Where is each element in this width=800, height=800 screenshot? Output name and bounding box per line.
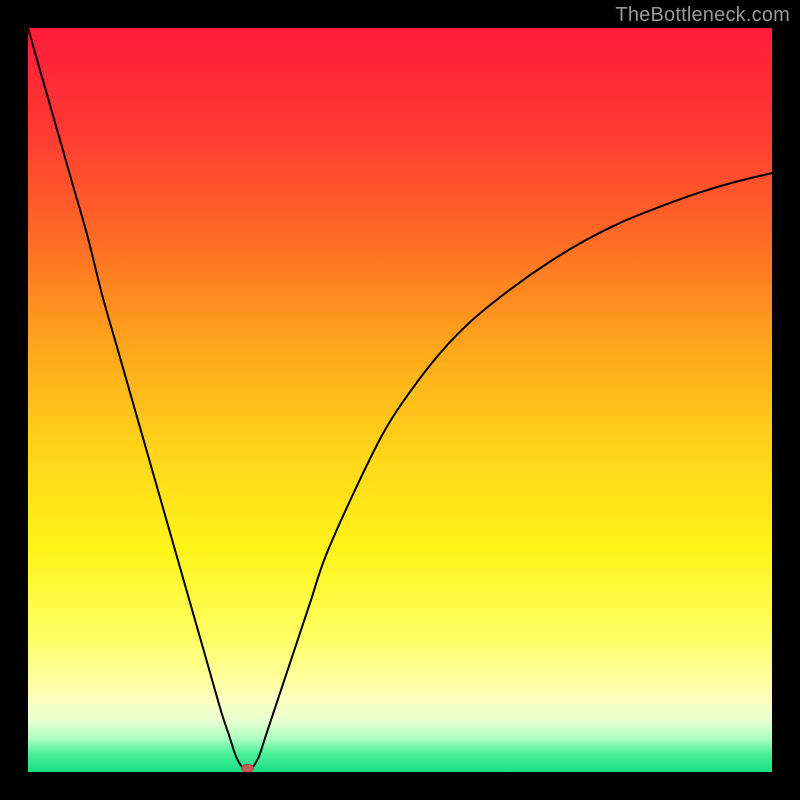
min-point-marker [241,764,253,772]
chart-background [28,28,772,772]
watermark-text: TheBottleneck.com [615,4,790,27]
chart-svg [28,28,772,772]
plot-area [28,28,772,772]
chart-frame: TheBottleneck.com [0,0,800,800]
